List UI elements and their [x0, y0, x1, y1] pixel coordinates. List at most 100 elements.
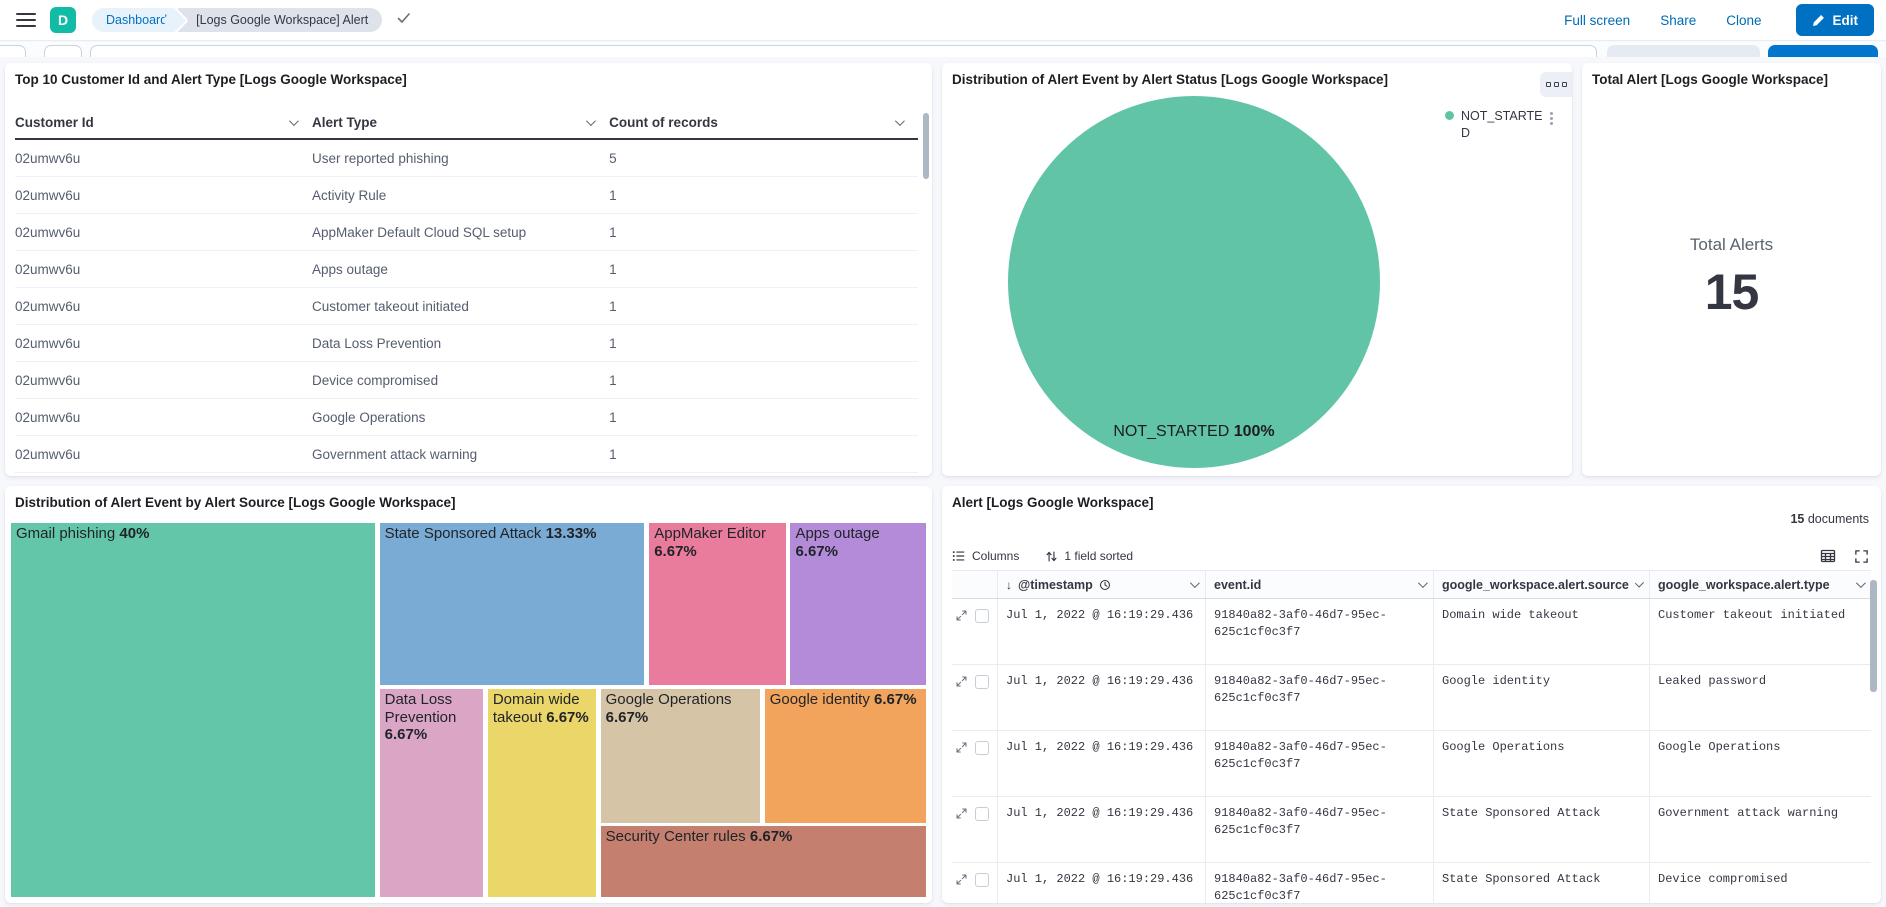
- clone-link[interactable]: Clone: [1726, 13, 1761, 28]
- scrollbar[interactable]: [923, 113, 929, 179]
- panel-total-alert: Total Alert [Logs Google Workspace] Tota…: [1582, 63, 1881, 476]
- chevron-down-icon[interactable]: [289, 116, 299, 126]
- breadcrumb-dashboard[interactable]: Dashboard: [92, 8, 177, 32]
- treemap-tile-label: AppMaker Editor 6.67%: [649, 523, 785, 562]
- top-navigation-bar: D Dashboard [Logs Google Workspace] Aler…: [0, 0, 1886, 41]
- menu-icon[interactable]: [16, 13, 36, 27]
- table-row: 02umwv6uAppMaker Default Cloud SQL setup…: [15, 214, 918, 251]
- grid-column-header[interactable]: google_workspace.alert.source: [1434, 571, 1650, 598]
- search-input[interactable]: [90, 45, 1597, 57]
- table-row: 02umwv6uActivity Rule1: [15, 177, 918, 214]
- columns-button[interactable]: Columns: [952, 549, 1019, 563]
- panel-options-icon[interactable]: [1540, 72, 1572, 97]
- grid-view-icon[interactable]: [1820, 548, 1836, 564]
- chevron-down-icon[interactable]: [1190, 578, 1200, 588]
- treemap-tile[interactable]: Domain wide takeout 6.67%: [487, 688, 597, 898]
- lens-column-header[interactable]: Alert Type: [312, 106, 609, 138]
- alert-grid-body: Jul 1, 2022 @ 16:19:29.43691840a82-3af0-…: [952, 599, 1871, 903]
- alert-grid-header: ↓ @timestamp event.id google_workspace.a…: [952, 570, 1871, 599]
- row-checkbox[interactable]: [975, 873, 989, 887]
- grid-column-header[interactable]: google_workspace.alert.type: [1650, 571, 1871, 598]
- grid-column-header[interactable]: event.id: [1206, 571, 1434, 598]
- panel-alert-source-treemap: Distribution of Alert Event by Alert Sou…: [5, 486, 932, 903]
- expand-row-icon[interactable]: [955, 873, 968, 886]
- columns-icon: [952, 549, 966, 563]
- table-cell: 5: [609, 140, 918, 176]
- table-cell: Customer takeout initiated: [312, 288, 609, 324]
- table-cell: 1: [609, 288, 918, 324]
- grid-control-column-header: [952, 571, 998, 598]
- treemap-tile[interactable]: AppMaker Editor 6.67%: [648, 522, 786, 686]
- space-avatar[interactable]: D: [50, 7, 76, 33]
- table-cell: Leaked password: [1650, 665, 1871, 730]
- table-cell: 02umwv6u: [15, 399, 312, 435]
- vertical-dots-icon[interactable]: [1550, 112, 1553, 115]
- treemap: Gmail phishing 40% State Sponsored Attac…: [10, 522, 927, 898]
- panel-title: Distribution of Alert Event by Alert Sou…: [15, 495, 892, 510]
- chevron-down-icon[interactable]: [1635, 578, 1644, 587]
- table-cell: Device compromised: [312, 362, 609, 398]
- table-cell: 1: [609, 362, 918, 398]
- share-link[interactable]: Share: [1660, 13, 1696, 28]
- row-controls: [952, 797, 998, 862]
- row-checkbox[interactable]: [975, 675, 989, 689]
- treemap-tile[interactable]: Google Operations 6.67%: [600, 688, 761, 824]
- table-cell: Device compromised: [1650, 863, 1871, 903]
- expand-row-icon[interactable]: [955, 675, 968, 688]
- treemap-tile[interactable]: Data Loss Prevention 6.67%: [379, 688, 484, 898]
- treemap-tile-label: Gmail phishing 40%: [11, 523, 375, 545]
- pie-slice-not-started[interactable]: [1008, 96, 1380, 468]
- row-checkbox[interactable]: [975, 807, 989, 821]
- treemap-tile[interactable]: Security Center rules 6.67%: [600, 825, 927, 898]
- query-menu-button[interactable]: [0, 45, 26, 57]
- table-cell: Jul 1, 2022 @ 16:19:29.436: [998, 731, 1206, 796]
- table-cell: Government attack warning: [1650, 797, 1871, 862]
- chevron-down-icon[interactable]: [1856, 578, 1866, 588]
- row-checkbox[interactable]: [975, 609, 989, 623]
- breadcrumb: Dashboard [Logs Google Workspace] Alert: [92, 8, 382, 32]
- lens-column-header[interactable]: Count of records: [609, 106, 918, 138]
- table-row: 02umwv6uApps outage1: [15, 251, 918, 288]
- grid-column-header[interactable]: ↓ @timestamp: [998, 571, 1206, 598]
- treemap-tile[interactable]: Gmail phishing 40%: [10, 522, 376, 898]
- legend-dot: [1445, 111, 1454, 120]
- row-checkbox[interactable]: [975, 741, 989, 755]
- table-cell: 91840a82-3af0-46d7-95ec-625c1cf0c3f7: [1206, 731, 1434, 796]
- sort-desc-icon: ↓: [1006, 578, 1012, 592]
- edit-button[interactable]: Edit: [1796, 4, 1875, 36]
- check-icon[interactable]: [396, 10, 412, 31]
- table-cell: 1: [609, 399, 918, 435]
- documents-count: 15 documents: [1790, 512, 1869, 526]
- table-cell: Jul 1, 2022 @ 16:19:29.436: [998, 599, 1206, 664]
- row-controls: [952, 731, 998, 796]
- table-cell: 91840a82-3af0-46d7-95ec-625c1cf0c3f7: [1206, 599, 1434, 664]
- field-sorted-button[interactable]: 1 field sorted: [1045, 549, 1133, 563]
- treemap-tile[interactable]: State Sponsored Attack 13.33%: [379, 522, 646, 686]
- full-screen-link[interactable]: Full screen: [1564, 13, 1630, 28]
- lens-table-header: Customer IdAlert TypeCount of records: [15, 106, 918, 140]
- legend-item[interactable]: NOT_STARTED: [1461, 108, 1543, 142]
- metric-label: Total Alerts: [1582, 235, 1881, 255]
- lens-table-body: 02umwv6uUser reported phishing502umwv6uA…: [15, 140, 918, 473]
- table-cell: Government attack warning: [312, 436, 609, 472]
- expand-row-icon[interactable]: [955, 741, 968, 754]
- table-cell: Data Loss Prevention: [312, 325, 609, 361]
- fullscreen-icon[interactable]: [1854, 549, 1869, 564]
- filter-button[interactable]: [44, 45, 82, 57]
- chevron-down-icon[interactable]: [586, 116, 596, 126]
- scrollbar[interactable]: [1870, 580, 1877, 692]
- expand-row-icon[interactable]: [955, 807, 968, 820]
- lens-column-header[interactable]: Customer Id: [15, 106, 312, 138]
- chevron-down-icon[interactable]: [895, 116, 905, 126]
- breadcrumb-current[interactable]: [Logs Google Workspace] Alert: [178, 8, 382, 32]
- date-picker[interactable]: [1607, 45, 1760, 57]
- expand-row-icon[interactable]: [955, 609, 968, 622]
- update-button[interactable]: [1768, 45, 1878, 57]
- panel-title: Distribution of Alert Event by Alert Sta…: [952, 72, 1532, 87]
- chevron-down-icon[interactable]: [1418, 578, 1428, 588]
- treemap-tile[interactable]: Google identity 6.67%: [764, 688, 927, 824]
- table-cell: 91840a82-3af0-46d7-95ec-625c1cf0c3f7: [1206, 863, 1434, 903]
- table-cell: 91840a82-3af0-46d7-95ec-625c1cf0c3f7: [1206, 665, 1434, 730]
- treemap-tile[interactable]: Apps outage 6.67%: [789, 522, 927, 686]
- panel-title: Alert [Logs Google Workspace]: [952, 495, 1841, 510]
